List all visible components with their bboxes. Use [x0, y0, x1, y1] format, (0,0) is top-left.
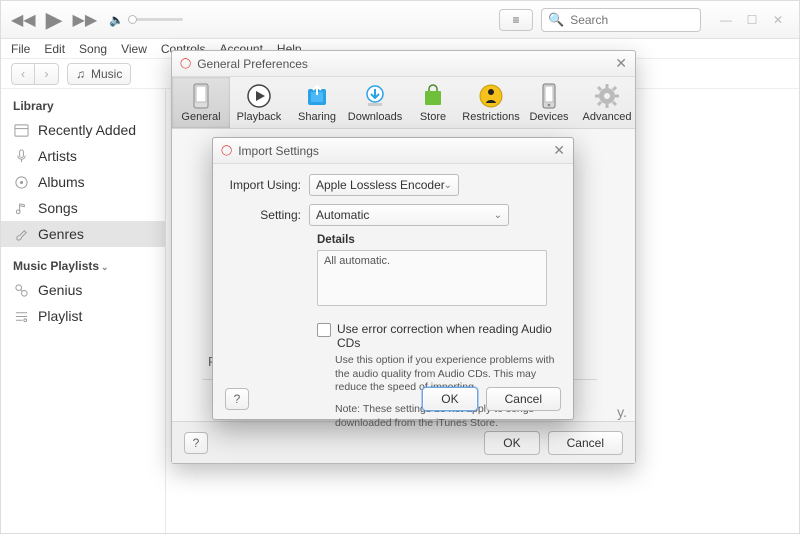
list-view-button[interactable]: ≡	[499, 9, 533, 31]
tab-sharing[interactable]: Sharing	[288, 77, 346, 128]
sidebar-header-library: Library	[1, 95, 165, 117]
sidebar-item-albums[interactable]: Albums	[1, 169, 165, 195]
restrictions-icon	[478, 83, 504, 109]
media-picker-label: Music	[91, 67, 122, 81]
nav-forward-button[interactable]: ›	[35, 63, 59, 85]
sidebar-item-label: Recently Added	[38, 122, 136, 138]
playback-controls: ◀◀ ▶ ▶▶	[11, 7, 97, 33]
tab-general[interactable]: General	[172, 77, 230, 128]
preferences-tabs: General Playback Sharing Downloads Store…	[172, 77, 635, 129]
window-minimize-button[interactable]: —	[715, 12, 737, 28]
import-settings-footer: ? OK Cancel	[213, 379, 573, 419]
dialog-title: General Preferences	[197, 57, 308, 71]
list-icon: ≡	[512, 13, 519, 27]
ok-button[interactable]: OK	[422, 387, 477, 411]
dialog-close-button[interactable]: ✕	[553, 142, 565, 159]
sidebar-item-label: Genres	[38, 226, 84, 242]
menu-song[interactable]: Song	[79, 42, 107, 56]
window-maximize-button[interactable]: ☐	[741, 12, 763, 28]
devices-icon	[536, 83, 562, 109]
sidebar-item-songs[interactable]: Songs	[1, 195, 165, 221]
volume-slider[interactable]: 🔈	[109, 13, 183, 27]
error-correction-label[interactable]: Use error correction when reading Audio …	[337, 322, 557, 350]
sidebar-item-label: Artists	[38, 148, 77, 164]
details-box: All automatic.	[317, 250, 547, 306]
previous-track-button[interactable]: ◀◀	[11, 10, 36, 30]
playlist-icon	[13, 309, 29, 324]
setting-dropdown[interactable]: Automatic ⌄	[309, 204, 509, 226]
play-button[interactable]: ▶	[46, 7, 63, 33]
sidebar-item-playlist[interactable]: Playlist	[1, 303, 165, 329]
ok-button[interactable]: OK	[484, 431, 539, 455]
details-label: Details	[317, 234, 557, 246]
cancel-button[interactable]: Cancel	[548, 431, 623, 455]
import-settings-dialog: ◯ Import Settings ✕ Import Using: Apple …	[212, 137, 574, 420]
sidebar-item-label: Albums	[38, 174, 85, 190]
sidebar-header-playlists[interactable]: Music Playlists⌄	[1, 255, 165, 277]
general-icon	[188, 83, 214, 109]
now-playing-lcd	[320, 6, 480, 34]
guitar-icon	[13, 227, 29, 242]
chevron-down-icon: ⌄	[444, 180, 452, 191]
sharing-icon	[304, 83, 330, 109]
search-field[interactable]	[568, 12, 694, 28]
itunes-icon: ◯	[180, 58, 191, 69]
sidebar-item-recently-added[interactable]: Recently Added	[1, 117, 165, 143]
window-close-button[interactable]: ✕	[767, 12, 789, 28]
downloads-icon	[362, 83, 388, 109]
sidebar-item-artists[interactable]: Artists	[1, 143, 165, 169]
dialog-titlebar[interactable]: ◯ Import Settings ✕	[213, 138, 573, 164]
recently-added-icon	[13, 123, 29, 138]
genius-icon	[13, 283, 29, 298]
search-input[interactable]: 🔍	[541, 8, 701, 32]
store-icon	[420, 83, 446, 109]
next-track-button[interactable]: ▶▶	[73, 10, 98, 30]
help-button[interactable]: ?	[225, 388, 249, 410]
album-icon	[13, 175, 29, 190]
tab-downloads[interactable]: Downloads	[346, 77, 404, 128]
dropdown-value: Apple Lossless Encoder	[316, 178, 445, 192]
tab-advanced[interactable]: Advanced	[578, 77, 636, 128]
import-using-label: Import Using:	[229, 178, 309, 192]
tab-store[interactable]: Store	[404, 77, 462, 128]
search-icon: 🔍	[548, 12, 564, 28]
dialog-titlebar[interactable]: ◯ General Preferences ✕	[172, 51, 635, 77]
microphone-icon	[13, 149, 29, 164]
chevron-down-icon: ⌄	[101, 262, 109, 272]
menu-edit[interactable]: Edit	[44, 42, 65, 56]
tab-devices[interactable]: Devices	[520, 77, 578, 128]
sidebar-item-label: Genius	[38, 282, 82, 298]
dialog-close-button[interactable]: ✕	[615, 55, 627, 72]
import-using-dropdown[interactable]: Apple Lossless Encoder ⌄	[309, 174, 459, 196]
obscured-text: y.	[617, 404, 627, 420]
dropdown-value: Automatic	[316, 208, 369, 222]
error-correction-checkbox[interactable]	[317, 323, 331, 337]
menu-file[interactable]: File	[11, 42, 30, 56]
tab-playback[interactable]: Playback	[230, 77, 288, 128]
chevron-down-icon: ⌄	[494, 210, 502, 221]
gear-icon	[594, 83, 620, 109]
cancel-button[interactable]: Cancel	[486, 387, 561, 411]
music-note-icon	[13, 201, 29, 216]
music-note-icon: ♫	[76, 67, 85, 81]
sidebar-item-genius[interactable]: Genius	[1, 277, 165, 303]
dialog-title: Import Settings	[238, 144, 319, 158]
sidebar: Library Recently Added Artists Albums So…	[1, 89, 166, 533]
itunes-icon: ◯	[221, 145, 232, 156]
setting-label: Setting:	[229, 208, 309, 222]
help-button[interactable]: ?	[184, 432, 208, 454]
player-bar: ◀◀ ▶ ▶▶ 🔈 ≡ 🔍 — ☐ ✕	[1, 1, 799, 39]
sidebar-item-genres[interactable]: Genres	[1, 221, 165, 247]
menu-view[interactable]: View	[121, 42, 147, 56]
sidebar-item-label: Songs	[38, 200, 78, 216]
media-picker-music[interactable]: ♫ Music	[67, 63, 131, 85]
details-text: All automatic.	[324, 255, 390, 267]
playback-icon	[246, 83, 272, 109]
volume-icon: 🔈	[109, 13, 124, 27]
nav-back-button[interactable]: ‹	[11, 63, 35, 85]
tab-restrictions[interactable]: Restrictions	[462, 77, 520, 128]
sidebar-item-label: Playlist	[38, 308, 82, 324]
